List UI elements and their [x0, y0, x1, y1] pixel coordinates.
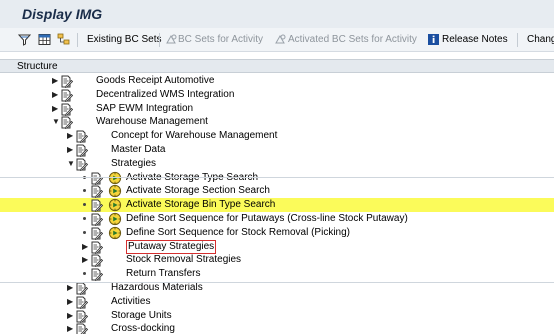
hierarchy-icon[interactable] — [57, 33, 70, 46]
toolbar-separator — [159, 33, 160, 47]
leaf-bullet-icon — [83, 217, 86, 220]
tree-node[interactable]: Activate Storage Bin Type Search — [0, 198, 554, 213]
tree-node-label[interactable]: Warehouse Management — [96, 115, 208, 129]
tree-node[interactable]: ▶ Cross-docking — [0, 322, 554, 334]
execute-activity-icon[interactable] — [108, 212, 122, 226]
tree-separator — [0, 177, 554, 178]
documentation-icon[interactable] — [90, 254, 103, 268]
tree-node-label[interactable]: Activate Storage Section Search — [126, 184, 270, 198]
documentation-icon[interactable] — [75, 130, 88, 144]
tree-node-label[interactable]: Cross-docking — [111, 322, 175, 334]
tree-node-label[interactable]: Master Data — [111, 143, 165, 157]
activated-bc-sets-button[interactable]: Activated BC Sets for Activity — [288, 28, 417, 52]
documentation-icon[interactable] — [75, 296, 88, 309]
expand-arrow-icon[interactable]: ▶ — [67, 325, 73, 333]
tree-node-label[interactable]: SAP EWM Integration — [96, 102, 193, 116]
documentation-icon[interactable] — [90, 268, 103, 282]
expand-arrow-icon[interactable]: ▶ — [67, 284, 73, 292]
documentation-icon[interactable] — [90, 213, 103, 226]
expand-arrow-icon[interactable]: ▶ — [67, 146, 73, 154]
activated-bc-sets-icon — [275, 34, 286, 44]
expand-arrow-icon[interactable]: ▶ — [67, 311, 73, 320]
bc-sets-for-activity-button[interactable]: BC Sets for Activity — [178, 28, 263, 52]
tree-node-label[interactable]: Hazardous Materials — [111, 281, 203, 295]
execute-activity-icon[interactable] — [108, 198, 122, 212]
tree-node-label[interactable]: Strategies — [111, 157, 156, 171]
page-title: Display IMG — [22, 6, 103, 22]
leaf-bullet-icon — [83, 230, 86, 234]
toolbar-separator — [517, 33, 518, 47]
application-toolbar: Existing BC Sets BC Sets for Activity Ac… — [0, 28, 554, 52]
tree-node-label[interactable]: Putaway Strategies — [126, 239, 217, 254]
title-bar: Display IMG — [0, 0, 554, 28]
tree-node[interactable]: ▼ Strategies — [0, 157, 554, 171]
tree-node-label[interactable]: Storage Units — [111, 309, 172, 323]
tree-node[interactable]: ▼ Warehouse Management — [0, 115, 554, 130]
info-icon — [428, 34, 439, 45]
documentation-icon[interactable] — [90, 172, 103, 185]
leaf-bullet-icon — [83, 272, 86, 276]
tree-node[interactable]: ▶ Storage Units — [0, 309, 554, 323]
documentation-icon[interactable] — [90, 185, 103, 199]
documentation-icon[interactable] — [60, 116, 73, 130]
documentation-icon[interactable] — [90, 241, 103, 254]
tree-node[interactable]: ▶ Activities — [0, 295, 554, 309]
img-tree: ▶ Goods Receipt Automotive ▶ Decentralized … — [0, 73, 554, 334]
documentation-icon[interactable] — [75, 282, 88, 295]
tree-node-label[interactable]: Concept for Warehouse Management — [111, 129, 277, 143]
tree-node[interactable]: Define Sort Sequence for Putaways (Cross… — [0, 212, 554, 226]
expand-arrow-icon[interactable]: ▶ — [67, 132, 73, 140]
tree-node[interactable]: ▶ Stock Removal Strategies — [0, 253, 554, 268]
tree-node[interactable]: ▶ SAP EWM Integration — [0, 102, 554, 116]
tree-node[interactable]: ▶ Hazardous Materials — [0, 281, 554, 295]
tree-node-label[interactable]: Return Transfers — [126, 267, 200, 281]
tree-node-label[interactable]: Stock Removal Strategies — [126, 253, 241, 267]
release-notes-button[interactable]: Release Notes — [442, 28, 508, 52]
structure-header: Structure — [0, 59, 554, 73]
structure-label: Structure — [17, 61, 58, 72]
filter-icon[interactable] — [18, 33, 31, 46]
documentation-icon[interactable] — [60, 103, 73, 116]
tree-node-label[interactable]: Define Sort Sequence for Putaways (Cross… — [126, 212, 408, 226]
execute-activity-icon[interactable] — [108, 184, 122, 198]
tree-node-label[interactable]: Activate Storage Bin Type Search — [126, 198, 275, 212]
documentation-icon[interactable] — [75, 144, 88, 157]
tree-node[interactable]: ▶ Master Data — [0, 143, 554, 157]
table-view-icon[interactable] — [38, 33, 51, 46]
execute-activity-icon[interactable] — [108, 226, 122, 240]
existing-bc-sets-button[interactable]: Existing BC Sets — [87, 28, 161, 52]
expand-arrow-icon[interactable]: ▶ — [82, 242, 88, 251]
expand-arrow-icon[interactable]: ▶ — [52, 90, 58, 99]
tree-separator — [0, 282, 554, 283]
tree-node-label[interactable]: Decentralized WMS Integration — [96, 88, 234, 102]
tree-node[interactable]: ▶ Putaway Strategies — [0, 239, 554, 254]
documentation-icon[interactable] — [60, 89, 73, 102]
tree-node-label[interactable]: Define Sort Sequence for Stock Removal (… — [126, 226, 350, 240]
tree-node[interactable]: Return Transfers — [0, 267, 554, 282]
bc-sets-icon — [166, 34, 177, 44]
tree-node-label[interactable]: Activities — [111, 295, 150, 309]
documentation-icon[interactable] — [60, 75, 73, 88]
documentation-icon[interactable] — [75, 310, 88, 323]
expand-arrow-icon[interactable]: ▶ — [52, 104, 58, 113]
collapse-arrow-icon[interactable]: ▼ — [52, 118, 60, 126]
tree-node[interactable]: ▶ Concept for Warehouse Management — [0, 129, 554, 144]
documentation-icon[interactable] — [90, 199, 103, 213]
leaf-bullet-icon — [83, 203, 86, 207]
documentation-icon[interactable] — [75, 158, 88, 171]
documentation-icon[interactable] — [90, 227, 103, 240]
tree-node-label[interactable]: Goods Receipt Automotive — [96, 74, 214, 88]
expand-arrow-icon[interactable]: ▶ — [52, 77, 58, 85]
change-button[interactable]: Chang — [527, 28, 554, 52]
expand-arrow-icon[interactable]: ▶ — [67, 297, 73, 306]
toolbar-separator — [77, 33, 78, 47]
documentation-icon[interactable] — [75, 323, 88, 334]
tree-node[interactable]: ▶ Decentralized WMS Integration — [0, 88, 554, 102]
tree-node[interactable]: Define Sort Sequence for Stock Removal (… — [0, 226, 554, 240]
tree-node[interactable]: Activate Storage Section Search — [0, 184, 554, 199]
leaf-bullet-icon — [83, 189, 86, 193]
tree-node[interactable]: ▶ Goods Receipt Automotive — [0, 74, 554, 88]
expand-arrow-icon[interactable]: ▶ — [82, 256, 88, 264]
collapse-arrow-icon[interactable]: ▼ — [67, 159, 75, 168]
